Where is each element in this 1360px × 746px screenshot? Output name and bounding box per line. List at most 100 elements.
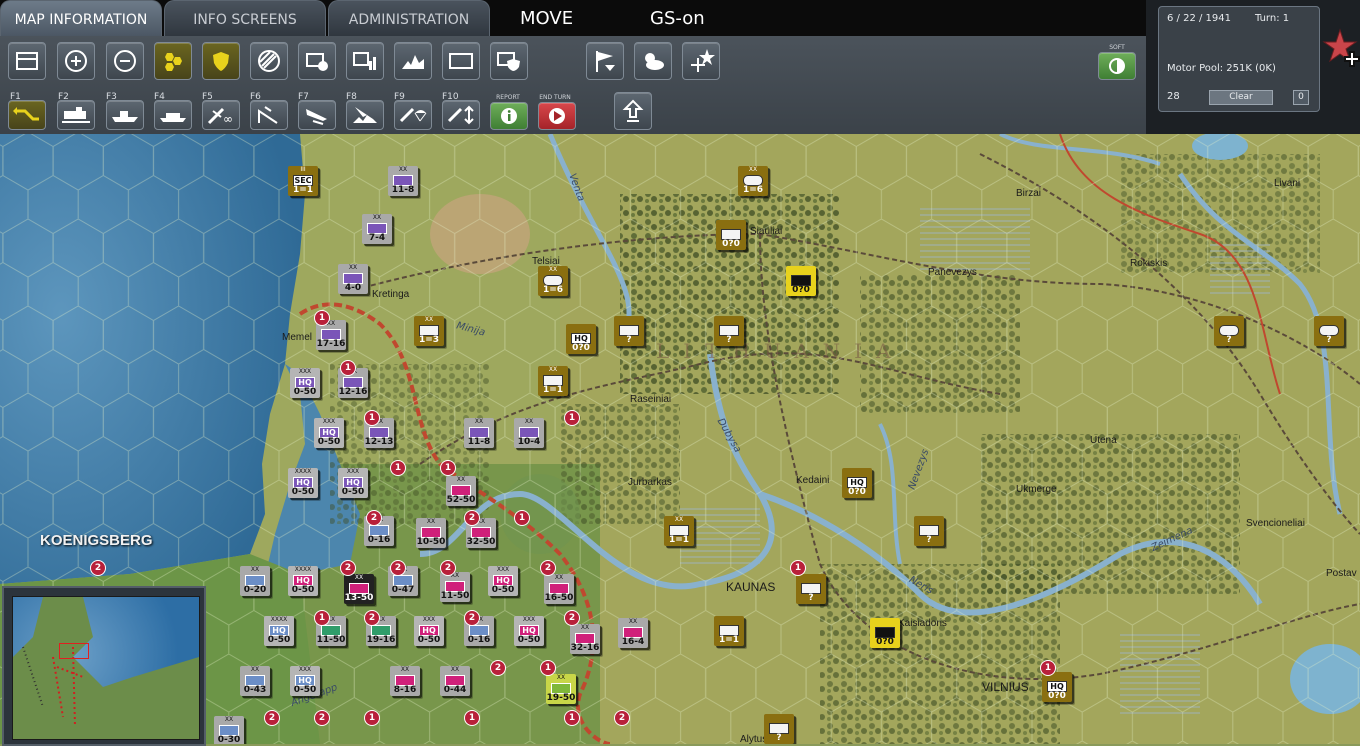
city-koenigsberg[interactable]: KOENIGSBERG (40, 532, 153, 549)
expand-panel-button[interactable] (614, 92, 652, 130)
unit-counter[interactable]: XXX HQ 0-50 (290, 666, 320, 696)
unit-counter[interactable]: XX 7-4 (362, 214, 392, 244)
minimap-view[interactable] (12, 596, 200, 740)
fortification-button[interactable] (490, 42, 528, 80)
unit-counter[interactable]: XX 11-50 (440, 572, 470, 602)
unit-counter[interactable]: XX 11-8 (464, 418, 494, 448)
air-transfer-button[interactable]: ∞ (202, 100, 240, 130)
terrain-button[interactable] (394, 42, 432, 80)
unit-counter[interactable]: XX 4-0 (338, 264, 368, 294)
unit-counter[interactable]: XX 1=1 (538, 366, 568, 396)
unit-counter[interactable]: XX 1=1 (664, 516, 694, 546)
counter-bars-button[interactable] (346, 42, 384, 80)
unit-counter[interactable]: 0?0 (716, 220, 746, 250)
city-rokiskis[interactable]: Rokiskis (1130, 258, 1167, 269)
unit-counter[interactable]: XX 1=3 (414, 316, 444, 346)
city-svencioneliai[interactable]: Svencioneliai (1246, 518, 1305, 529)
unit-counter[interactable]: XXX HQ 0-50 (290, 368, 320, 398)
air-strike-button[interactable] (298, 100, 336, 130)
city-vilnius[interactable]: VILNIUS (982, 680, 1029, 694)
paradrop-button[interactable] (394, 100, 432, 130)
objectives-button[interactable] (586, 42, 624, 80)
unit-counter[interactable]: XX 0-20 (240, 566, 270, 596)
soft-toggle-button[interactable] (1098, 52, 1136, 80)
unit-counter[interactable]: ? (796, 574, 826, 604)
zero-button[interactable]: 0 (1293, 90, 1309, 105)
naval-transport-button[interactable] (106, 100, 144, 130)
unit-counter[interactable]: 1=1 (714, 616, 744, 646)
unit-counter[interactable]: XXX HQ 0-50 (488, 566, 518, 596)
unit-counter[interactable]: XX 1=6 (538, 266, 568, 296)
unit-counter[interactable]: XX 0-30 (214, 716, 244, 744)
unit-counter[interactable]: ? (764, 714, 794, 744)
tab-info-screens[interactable]: INFO SCREENS (164, 0, 326, 37)
minimap[interactable] (2, 586, 206, 746)
city-kaunas[interactable]: KAUNAS (726, 580, 775, 594)
tab-map-information[interactable]: MAP INFORMATION (0, 0, 162, 37)
unit-counter[interactable]: XX 16-4 (618, 618, 648, 648)
unit-counter[interactable]: XX 52-50 (446, 476, 476, 506)
unit-counter[interactable]: ? (714, 316, 744, 346)
unit-counter[interactable]: 0?0 (870, 618, 900, 648)
unit-counter[interactable]: XX 11-8 (388, 166, 418, 196)
unit-counter[interactable]: 0?0 (786, 266, 816, 296)
city-raseiniai[interactable]: Raseiniai (630, 394, 671, 405)
zoom-out-button[interactable] (106, 42, 144, 80)
city-livani[interactable]: Livani (1274, 178, 1300, 189)
city-birzai[interactable]: Birzai (1016, 188, 1041, 199)
unit-counter[interactable]: XX 1=6 (738, 166, 768, 196)
unit-counter[interactable]: XXX HQ 0-50 (514, 616, 544, 646)
unit-counter[interactable]: HQ 0?0 (842, 468, 872, 498)
city-ukmerge[interactable]: Ukmerge (1016, 484, 1057, 495)
unit-counter[interactable]: ? (1214, 316, 1244, 346)
hex-grid-button[interactable] (154, 42, 192, 80)
unit-counter[interactable]: XXXX HQ 0-50 (288, 566, 318, 596)
unit-counter[interactable]: XXX HQ 0-50 (414, 616, 444, 646)
unit-counter[interactable]: XX 19-50 (546, 674, 576, 704)
unit-counter[interactable]: XXX HQ 0-50 (314, 418, 344, 448)
unit-counter[interactable]: ? (914, 516, 944, 546)
unit-counter[interactable]: III SEC 1=1 (288, 166, 318, 196)
city-siauliai[interactable]: Siauliai (750, 226, 782, 237)
city-kedaini[interactable]: Kedaini (796, 475, 829, 486)
unit-counter[interactable]: ? (1314, 316, 1344, 346)
air-interdict-button[interactable] (442, 100, 480, 130)
rail-mode-button[interactable] (57, 100, 95, 130)
air-range-button[interactable] (250, 100, 288, 130)
unit-counter[interactable]: ? (614, 316, 644, 346)
unit-counter[interactable]: XXXX HQ 0-50 (288, 468, 318, 498)
unit-counter[interactable]: HQ 0?0 (566, 324, 596, 354)
unit-counter[interactable]: XX 10-50 (416, 518, 446, 548)
counter-style-button[interactable] (298, 42, 336, 80)
unit-counter[interactable]: XX 0-43 (240, 666, 270, 696)
city-panevezys[interactable]: Panevezys (928, 267, 977, 278)
city-jurbarkas[interactable]: Jurbarkas (628, 477, 672, 488)
airbase-button[interactable] (682, 42, 720, 80)
unit-counter[interactable]: XX 32-16 (570, 624, 600, 654)
city-memel[interactable]: Memel (282, 332, 312, 343)
tab-administration[interactable]: ADMINISTRATION (328, 0, 490, 37)
unit-counter[interactable]: XX 16-50 (544, 574, 574, 604)
unit-counter[interactable]: XX 10-4 (514, 418, 544, 448)
unit-counter[interactable]: XX 13-50 (344, 574, 374, 604)
city-kaisiadoris[interactable]: Kaisiadoris (898, 618, 947, 629)
zoom-in-button[interactable] (57, 42, 95, 80)
window-toggle-button[interactable] (8, 42, 46, 80)
unit-counter[interactable]: XX 0-44 (440, 666, 470, 696)
minimap-viewport-frame[interactable] (59, 643, 89, 659)
clear-button[interactable]: Clear (1209, 90, 1273, 105)
unit-shield-button[interactable] (202, 42, 240, 80)
ground-attack-button[interactable] (346, 100, 384, 130)
unit-counter[interactable]: XXXX HQ 0-50 (264, 616, 294, 646)
city-kretinga[interactable]: Kretinga (372, 289, 409, 300)
blank-counter-button[interactable] (442, 42, 480, 80)
unit-counter[interactable]: XXX HQ 0-50 (338, 468, 368, 498)
naval-combat-button[interactable] (154, 100, 192, 130)
move-mode-button[interactable] (8, 100, 46, 130)
unit-counter[interactable]: HQ 0?0 (1042, 672, 1072, 702)
unit-counter[interactable]: XX 8-16 (390, 666, 420, 696)
city-postav[interactable]: Postav (1326, 568, 1357, 579)
report-button[interactable] (490, 102, 528, 130)
end-turn-button[interactable] (538, 102, 576, 130)
supply-button[interactable] (250, 42, 288, 80)
